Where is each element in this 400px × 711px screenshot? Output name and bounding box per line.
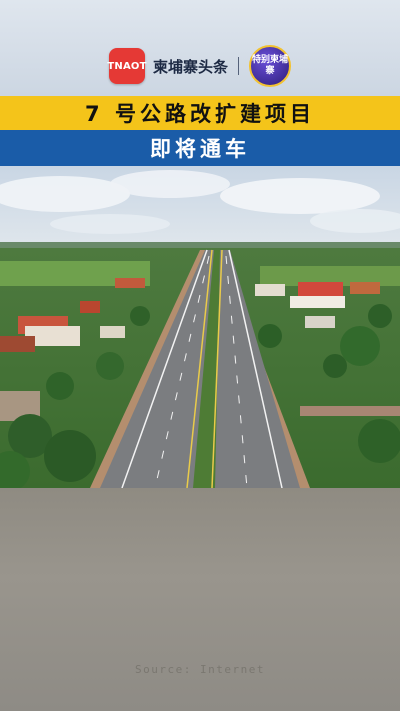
aerial-road-photo[interactable] [0,166,400,488]
headline-title-bar: 7 号公路改扩建项目 [0,96,400,130]
headline-subtitle-bar: 即将通车 [0,130,400,166]
tnaot-logo[interactable]: TNAOT [107,48,146,84]
headline-title: 7 号公路改扩建项目 [85,102,315,126]
headline-subtitle: 即将通车 [150,137,250,161]
aerial-road-illustration [0,166,400,488]
brand-name[interactable]: 柬埔寨头条 [153,56,228,77]
brand-divider [238,57,239,75]
special-badge[interactable]: 特别柬埔寨 [249,45,291,87]
brand-row: TNAOT 柬埔寨头条 特别柬埔寨 [0,45,400,87]
blurred-background [0,488,400,711]
source-label: Source: Internet [135,663,265,676]
